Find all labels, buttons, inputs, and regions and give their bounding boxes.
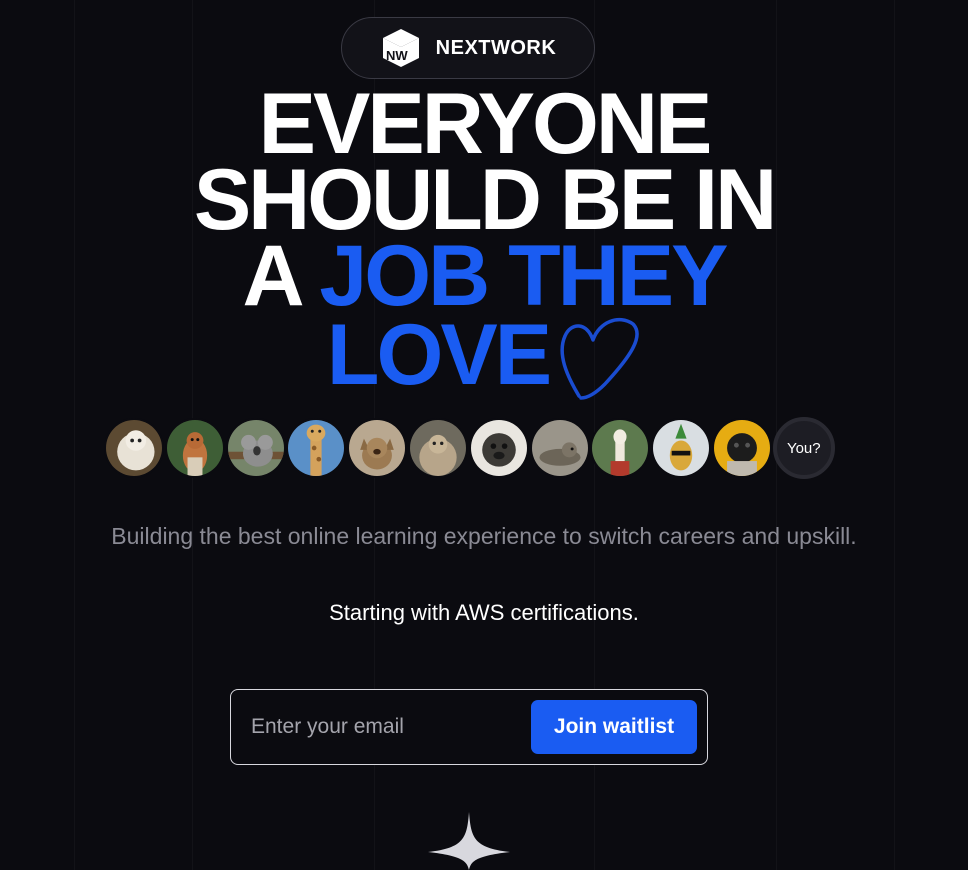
black-pug-avatar: [711, 418, 772, 478]
cube-logo-icon: NW: [382, 29, 419, 67]
brand-pill[interactable]: NW NEXTWORK: [341, 17, 595, 79]
waitlist-form: Join waitlist: [230, 689, 708, 765]
subtitle: Building the best online learning experi…: [111, 523, 857, 549]
pineapple-avatar: [651, 418, 712, 478]
logo-letter-n: NW: [386, 48, 408, 63]
blanket-dog-avatar: [407, 418, 468, 478]
fluffy-dog-avatar: [104, 418, 164, 478]
heart-icon: [560, 318, 639, 400]
subtitle-aws: Starting with AWS certifications.: [329, 600, 639, 625]
headline-line-4: LOVE: [0, 312, 968, 400]
hero-headline: EVERYONE SHOULD BE IN A JOB THEY LOVE: [0, 76, 968, 400]
avatar-row: You?: [104, 417, 835, 479]
squirrel-avatar: [164, 418, 225, 478]
seal-avatar: [529, 418, 590, 478]
headline-line-2: SHOULD BE IN: [193, 152, 777, 248]
llama-avatar: [590, 418, 651, 478]
headline-line-3: A JOB THEY: [0, 233, 968, 319]
headline-line-1: EVERYONE: [258, 76, 713, 172]
giraffe-avatar: [286, 418, 347, 478]
you-avatar: You?: [772, 417, 835, 479]
sparkle-icon: [428, 812, 510, 870]
koala-avatar: [225, 418, 286, 478]
email-input[interactable]: [251, 708, 531, 746]
headline-plain-a: A: [242, 228, 320, 324]
headline-accent-love: LOVE: [326, 307, 552, 403]
cat-avatar: [347, 418, 408, 478]
join-waitlist-button[interactable]: Join waitlist: [531, 700, 697, 754]
pug-avatar: [468, 418, 529, 478]
brand-name: NEXTWORK: [435, 36, 557, 59]
